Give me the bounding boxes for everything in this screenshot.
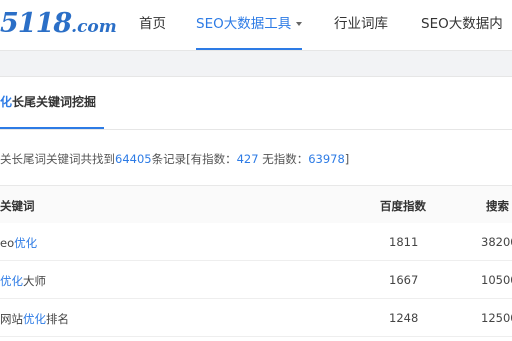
top-navigation-bar: 5118.com 首页 SEO大数据工具 行业词库 SEO大数据内 [0,0,512,51]
summary-total-count: 64405 [115,152,152,166]
nav-item-label: 首页 [139,16,166,32]
site-logo[interactable]: 5118.com [0,8,117,40]
logo-number: 5118 [0,8,72,39]
keyword-link[interactable]: eo优化 [0,235,37,251]
nav-item-industry-lexicon[interactable]: 行业词库 [334,0,388,50]
nav-item-label: SEO大数据内 [421,16,503,32]
tab-label: 长尾关键词挖掘 [12,95,97,109]
tab-label-highlight: 化 [0,95,13,109]
summary-indexed-count: 427 [236,152,259,166]
nav-item-home[interactable]: 首页 [139,0,166,50]
tab-longtail-mining[interactable]: 化长尾关键词挖掘 [0,93,96,127]
keyword-highlight: 优化 [0,274,23,288]
header-search[interactable]: 搜索 [486,198,509,214]
keyword-text: 大师 [23,274,46,288]
keyword-text: 网站 [0,312,23,326]
nav-item-label: SEO大数据工具 [196,16,292,32]
nav-item-seo-tools[interactable]: SEO大数据工具 [196,0,303,50]
summary-suffix: ] [344,152,350,166]
keyword-link[interactable]: 网站优化排名 [0,311,69,327]
header-keyword[interactable]: 关键词 [0,198,35,214]
search-value: 12500 [481,311,512,325]
result-summary: 关长尾词关键词共找到64405条记录[有指数：427 无指数：63978] [0,151,349,167]
header-baidu-index[interactable]: 百度指数 [380,198,426,214]
table-row: eo优化 1811 38200 [0,223,512,261]
table-row: 网站优化排名 1248 12500 [0,299,512,337]
tab-divider [0,129,512,130]
nav-item-seo-content[interactable]: SEO大数据内 [421,0,503,50]
baidu-index-value: 1811 [389,235,419,249]
summary-unindexed-count: 63978 [308,152,345,166]
keyword-highlight: 优化 [14,236,38,250]
search-value: 38200 [481,235,512,249]
keyword-text: 排名 [46,312,69,326]
baidu-index-value: 1667 [389,273,419,287]
summary-unindexed-label: 无指数： [258,152,309,166]
chevron-down-icon [296,22,303,26]
logo-domain: .com [71,17,117,37]
keyword-text: eo [0,236,15,250]
baidu-index-value: 1248 [389,311,419,325]
summary-prefix: 关长尾词关键词共找到 [0,152,115,166]
nav-item-label: 行业词库 [334,16,388,32]
keyword-link[interactable]: 优化大师 [0,273,46,289]
search-value: 10500 [481,273,512,287]
table-header: 关键词 百度指数 搜索 [0,185,512,224]
summary-indexed-label: 条记录[有指数： [151,152,237,166]
table-row: 优化大师 1667 10500 [0,261,512,299]
results-card: 化长尾关键词挖掘 关长尾词关键词共找到64405条记录[有指数：427 无指数：… [0,76,512,341]
keyword-highlight: 优化 [23,312,46,326]
